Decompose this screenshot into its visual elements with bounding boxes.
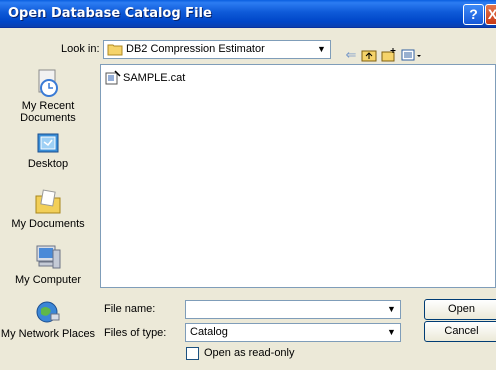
window-title: Open Database Catalog File: [8, 6, 212, 21]
places-bar: My Recent Documents Desktop My Documents…: [0, 64, 96, 370]
folder-icon: [107, 44, 123, 56]
up-folder-icon[interactable]: [361, 47, 377, 63]
help-button[interactable]: ?: [463, 4, 484, 25]
place-network-places[interactable]: My Network Places: [0, 300, 96, 340]
chevron-down-icon[interactable]: ▼: [384, 302, 399, 317]
close-button[interactable]: X: [485, 4, 496, 25]
open-button[interactable]: Open: [424, 299, 496, 320]
chevron-down-icon[interactable]: ▼: [314, 42, 329, 57]
place-label: My Recent Documents: [20, 100, 76, 124]
recent-documents-icon: [38, 69, 58, 97]
filetype-select[interactable]: Catalog ▼: [185, 323, 401, 342]
filetype-value: Catalog: [190, 326, 228, 338]
place-label: My Documents: [11, 218, 85, 230]
filetype-label: Files of type:: [104, 327, 167, 339]
title-bar: Open Database Catalog File ? X: [0, 0, 496, 28]
place-label: My Computer: [14, 274, 82, 286]
lookin-label: Look in:: [61, 43, 100, 55]
place-my-computer[interactable]: My Computer: [0, 244, 96, 286]
file-list[interactable]: SAMPLE.cat: [100, 64, 496, 288]
views-menu-icon[interactable]: [401, 47, 423, 63]
desktop-icon: [37, 133, 59, 153]
lookin-combo[interactable]: DB2 Compression Estimator ▼: [103, 40, 331, 59]
place-recent-documents[interactable]: My Recent Documents: [0, 68, 96, 124]
chevron-down-icon[interactable]: ▼: [384, 325, 399, 340]
place-desktop[interactable]: Desktop: [0, 132, 96, 170]
filename-label: File name:: [104, 303, 156, 315]
cancel-button[interactable]: Cancel: [424, 321, 496, 342]
readonly-label: Open as read-only: [204, 347, 295, 359]
place-label: Desktop: [27, 158, 69, 170]
catalog-file-icon: [105, 70, 121, 85]
filename-input[interactable]: ▼: [185, 300, 401, 319]
lookin-value: DB2 Compression Estimator: [126, 43, 265, 55]
my-computer-icon: [36, 245, 61, 269]
file-name: SAMPLE.cat: [123, 72, 186, 84]
readonly-checkbox[interactable]: [186, 347, 199, 360]
place-label: My Network Places: [0, 328, 96, 340]
network-places-icon: [36, 301, 60, 323]
my-documents-icon: [35, 189, 61, 214]
place-my-documents[interactable]: My Documents: [0, 188, 96, 230]
back-arrow-icon[interactable]: ⇐: [343, 47, 359, 63]
new-folder-icon[interactable]: [381, 47, 397, 63]
